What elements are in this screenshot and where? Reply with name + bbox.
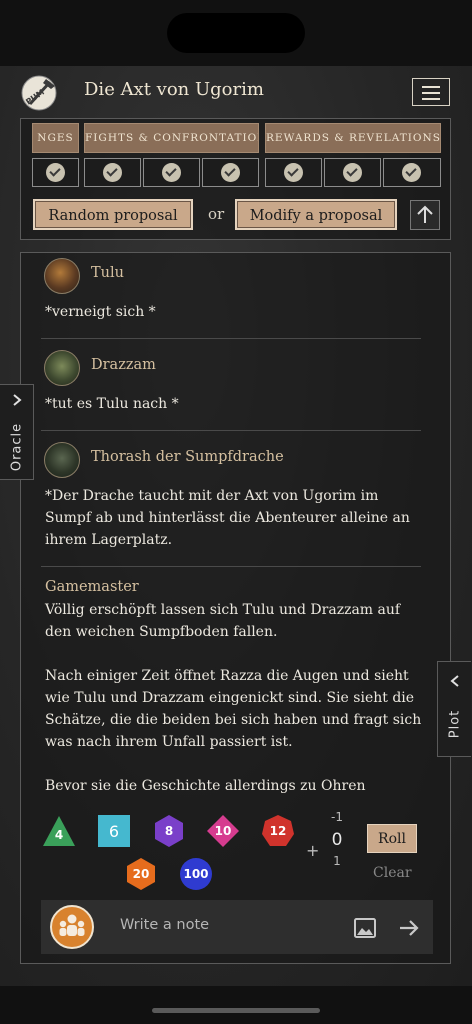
gamemaster-label: Gamemaster — [45, 579, 139, 595]
oracle-side-tab[interactable]: Oracle — [0, 384, 34, 480]
check-icon — [102, 162, 122, 182]
oracle-tab-label: Oracle — [9, 422, 24, 472]
check-icon — [45, 162, 65, 182]
page-title: Die Axt von Ugorim — [84, 79, 264, 100]
hamburger-icon-bar — [422, 92, 440, 94]
check-icon — [161, 162, 181, 182]
modifier-value[interactable]: 0 — [325, 830, 349, 850]
category-checkbox-1[interactable] — [32, 158, 79, 187]
modifier-increment[interactable]: 1 — [325, 854, 349, 868]
app-logo-icon: PUM — [21, 75, 57, 111]
gamemaster-paragraph: Nach einiger Zeit öffnet Razza die Augen… — [45, 668, 422, 750]
check-icon — [283, 162, 303, 182]
chat-log: Tulu *verneigt sich * Drazzam *tut es Tu… — [20, 252, 451, 964]
d10-die[interactable]: 10 — [205, 813, 241, 849]
app-screen: PUM Die Axt von Ugorim NGES FIGHTS & CON… — [0, 66, 472, 986]
check-icon — [402, 162, 421, 182]
category-checkbox-6[interactable] — [324, 158, 381, 187]
category-checkbox-5[interactable] — [265, 158, 322, 187]
category-tab-2[interactable]: FIGHTS & CONFRONTATION — [84, 123, 259, 153]
d4-label: 4 — [54, 828, 64, 842]
user-group-avatar[interactable] — [50, 905, 94, 949]
check-icon — [220, 162, 240, 182]
arrow-up-icon — [417, 205, 433, 223]
avatar-drazzam — [44, 350, 80, 386]
status-bar — [0, 0, 472, 66]
message-text: *Der Drache taucht mit der Axt von Ugori… — [45, 488, 410, 548]
d8-label: 8 — [164, 824, 174, 838]
message-text: *tut es Tulu nach * — [45, 396, 179, 412]
d6-label: 6 — [108, 822, 120, 841]
check-icon — [342, 162, 362, 182]
d10-label: 10 — [214, 824, 232, 838]
d20-die[interactable]: 20 — [123, 856, 159, 892]
d100-die[interactable]: 100 — [178, 856, 214, 892]
chevron-left-icon — [450, 675, 459, 687]
category-tab-1[interactable]: NGES — [32, 123, 79, 153]
hamburger-icon-bar — [422, 98, 440, 100]
home-indicator[interactable] — [152, 1008, 320, 1013]
avatar-thorash — [44, 442, 80, 478]
category-checkbox-2[interactable] — [84, 158, 141, 187]
note-composer: Write a note — [41, 900, 433, 954]
bottom-bar — [0, 986, 472, 1024]
note-input[interactable]: Write a note — [120, 917, 209, 933]
oracle-panel: NGES FIGHTS & CONFRONTATION REWARDS & RE… — [20, 118, 451, 240]
or-label: or — [208, 205, 225, 223]
divider — [41, 338, 421, 339]
random-proposal-button[interactable]: Random proposal — [33, 199, 193, 230]
d100-label: 100 — [183, 867, 209, 881]
modifier-plus-sign: + — [306, 841, 320, 860]
message-text: *verneigt sich * — [45, 304, 156, 320]
category-checkbox-7[interactable] — [383, 158, 441, 187]
d20-label: 20 — [132, 867, 150, 881]
app-header: PUM Die Axt von Ugorim — [0, 66, 472, 118]
plot-side-tab[interactable]: Plot — [437, 661, 471, 757]
scroll-up-button[interactable] — [410, 200, 440, 230]
gamemaster-paragraph: Bevor sie die Geschichte allerdings zu O… — [45, 778, 366, 794]
d12-label: 12 — [269, 824, 287, 838]
modifier-decrement[interactable]: -1 — [325, 810, 349, 824]
category-checkbox-4[interactable] — [202, 158, 259, 187]
gamemaster-paragraph: Völlig erschöpft lassen sich Tulu und Dr… — [45, 602, 401, 640]
group-icon — [59, 914, 85, 936]
chevron-right-icon — [13, 394, 22, 406]
modify-proposal-button[interactable]: Modify a proposal — [235, 199, 397, 230]
hamburger-icon-bar — [422, 86, 440, 88]
clear-button[interactable]: Clear — [373, 865, 412, 881]
message-author: Thorash der Sumpfdrache — [91, 449, 284, 465]
message-author: Drazzam — [91, 357, 156, 373]
category-checkbox-3[interactable] — [143, 158, 200, 187]
menu-button[interactable] — [412, 78, 450, 106]
dynamic-island — [167, 13, 305, 53]
avatar-tulu — [44, 258, 80, 294]
category-tab-3[interactable]: REWARDS & REVELATIONS — [265, 123, 441, 153]
divider — [41, 566, 421, 567]
d12-die[interactable]: 12 — [260, 813, 296, 849]
divider — [41, 430, 421, 431]
message-author: Tulu — [91, 265, 124, 281]
d4-die[interactable]: 4 — [41, 813, 77, 849]
d8-die[interactable]: 8 — [151, 813, 187, 849]
send-arrow-icon[interactable] — [396, 915, 422, 941]
plot-tab-label: Plot — [447, 709, 462, 739]
roll-button[interactable]: Roll — [367, 824, 417, 853]
d6-die[interactable]: 6 — [96, 813, 132, 849]
image-icon[interactable] — [353, 916, 377, 940]
